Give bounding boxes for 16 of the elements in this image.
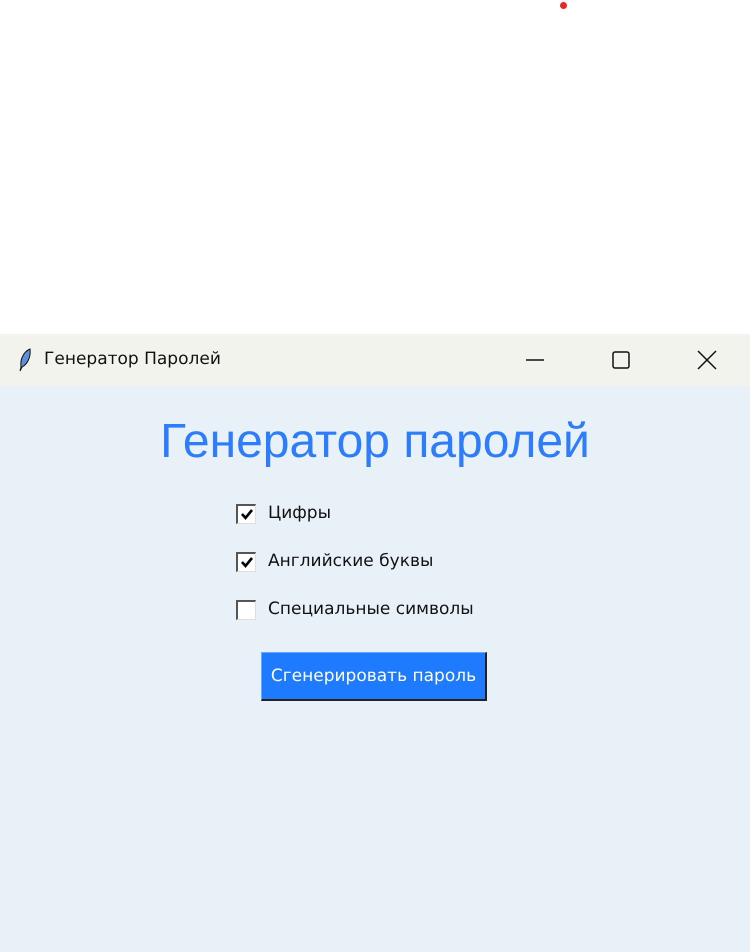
generate-button[interactable]: Сгенерировать пароль bbox=[260, 652, 488, 701]
checkbox[interactable] bbox=[236, 600, 256, 620]
feather-icon bbox=[18, 348, 32, 372]
checkbox-label: Специальные символы bbox=[268, 598, 474, 621]
checkbox-label: Английские буквы bbox=[268, 550, 434, 573]
check-icon bbox=[240, 507, 254, 521]
maximize-icon bbox=[611, 350, 631, 370]
check-icon bbox=[240, 555, 254, 569]
checkbox[interactable] bbox=[236, 504, 256, 524]
checkbox[interactable] bbox=[236, 552, 256, 572]
minimize-icon bbox=[525, 359, 545, 361]
cursor-dot bbox=[560, 2, 567, 9]
app-heading: Генератор паролей bbox=[160, 414, 590, 470]
checkbox-label: Цифры bbox=[268, 502, 331, 525]
close-icon bbox=[697, 350, 717, 370]
window-title: Генератор Паролей bbox=[44, 348, 221, 372]
